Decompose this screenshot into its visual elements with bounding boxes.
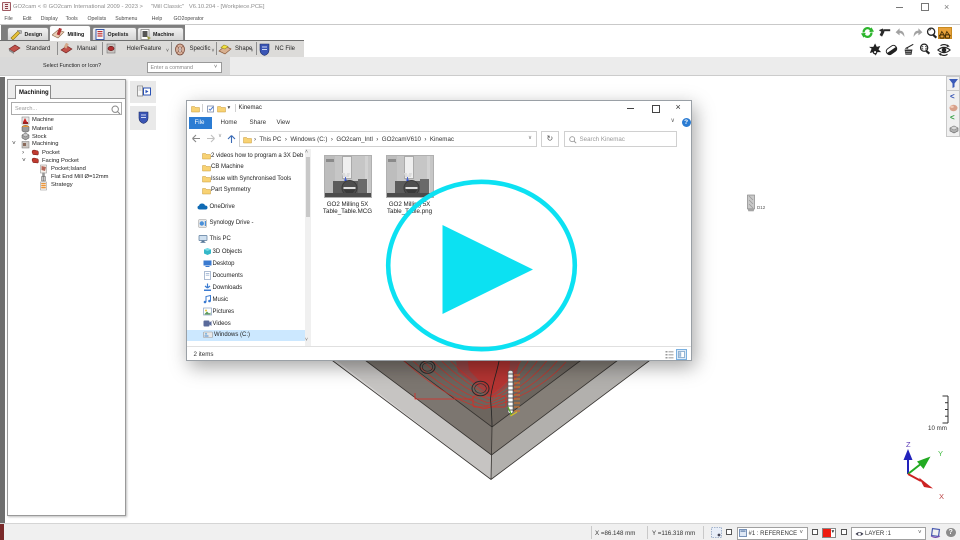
svg-text:Y: Y [938, 449, 943, 458]
svg-text:X: X [939, 492, 944, 501]
svg-text:Z: Z [906, 440, 911, 449]
svg-text:10 mm: 10 mm [928, 425, 947, 432]
svg-text:D12: D12 [757, 205, 766, 210]
